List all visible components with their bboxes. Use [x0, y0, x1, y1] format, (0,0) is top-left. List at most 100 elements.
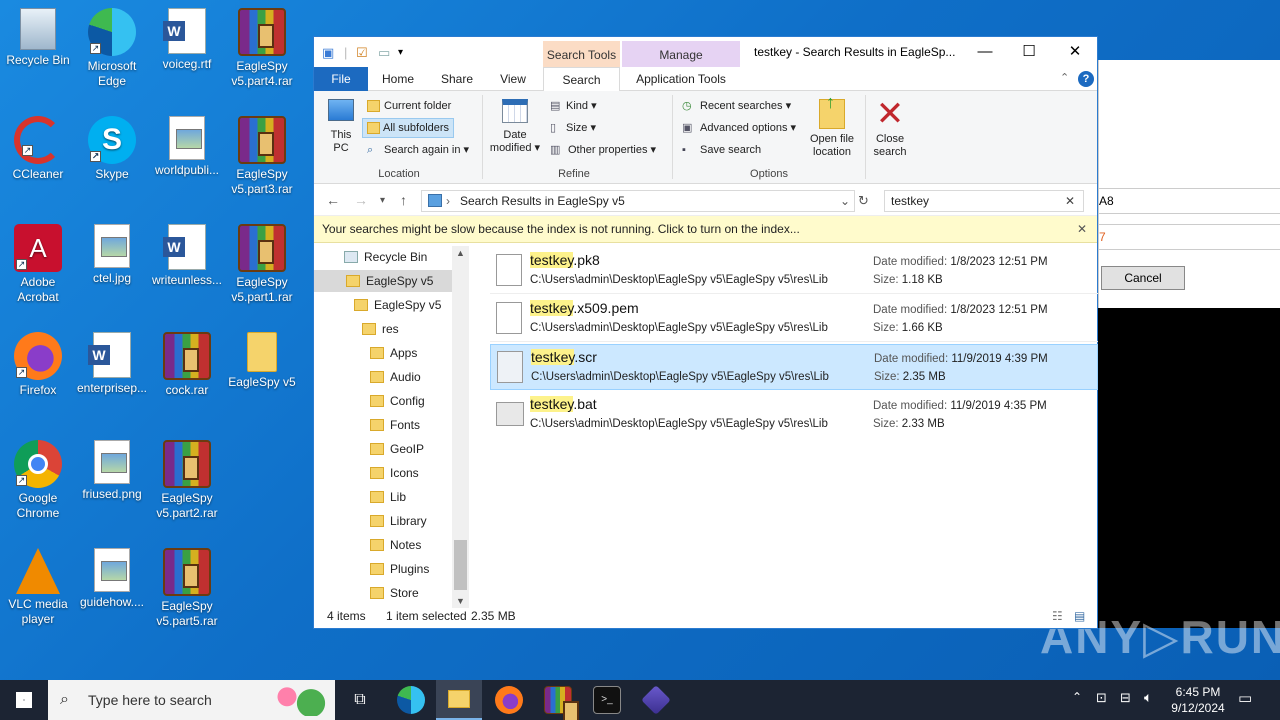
tab-application-tools[interactable]: Application Tools	[622, 67, 740, 91]
desktop-icon-guidehow[interactable]: guidehow....	[74, 548, 150, 610]
other-properties-button[interactable]: ▥ Other properties ▾	[550, 141, 656, 159]
desktop-icon-worldpubli[interactable]: worldpubli...	[149, 116, 225, 178]
recent-searches-button[interactable]: ◷ Recent searches ▾	[680, 97, 791, 115]
tab-share[interactable]: Share	[434, 67, 480, 91]
desktop-icon-skype[interactable]: S ↗ Skype	[74, 116, 150, 182]
up-arrow-icon[interactable]: ↑	[400, 192, 407, 208]
taskbar-terminal-icon[interactable]: >_	[593, 686, 621, 714]
desktop-icon-eaglespy-part4[interactable]: EagleSpy v5.part4.rar	[224, 8, 300, 89]
ethernet-icon[interactable]: ⊟	[1120, 690, 1131, 706]
clear-search-icon[interactable]: ✕	[1065, 191, 1075, 211]
nav-item-eaglespy-v5[interactable]: EagleSpy v5	[314, 270, 452, 292]
recent-locations-chevron-icon[interactable]: ▾	[380, 195, 385, 206]
current-folder-button[interactable]: Current folder	[364, 97, 451, 115]
desktop-icon-vlc[interactable]: VLC media player	[0, 548, 76, 627]
desktop-icon-firefox[interactable]: ↗ Firefox	[0, 332, 76, 398]
start-button[interactable]	[0, 680, 48, 720]
chevron-down-icon[interactable]: ▾	[398, 47, 403, 58]
search-input[interactable]: testkey ✕	[884, 190, 1084, 212]
new-folder-icon[interactable]: ▭	[378, 45, 390, 61]
open-file-location-button[interactable]: ↑ Open file location	[804, 93, 860, 159]
nav-item-fonts[interactable]: Fonts	[370, 414, 420, 436]
search-again-in-button[interactable]: ⌕ Search again in ▾	[364, 141, 469, 159]
save-search-button[interactable]: ▪ Save search	[680, 141, 761, 159]
nav-item-store[interactable]: Store	[370, 582, 419, 604]
nav-item-audio[interactable]: Audio	[370, 366, 421, 388]
address-field[interactable]: › Search Results in EagleSpy v5 ⌄	[421, 190, 855, 212]
desktop-icon-voiceg[interactable]: W voiceg.rtf	[149, 8, 225, 72]
file-row-selected[interactable]: testkey.scr C:\Users\admin\Desktop\Eagle…	[490, 344, 1098, 390]
navigation-pane[interactable]: Recycle Bin EagleSpy v5 EagleSpy v5 res …	[314, 246, 470, 608]
task-view-icon[interactable]: ⧉	[346, 686, 374, 714]
size-button[interactable]: ▯ Size ▾	[550, 119, 596, 137]
nav-item-apps[interactable]: Apps	[370, 342, 417, 364]
scroll-thumb[interactable]	[454, 540, 467, 590]
properties-icon[interactable]: ☑	[356, 45, 368, 61]
tab-view[interactable]: View	[490, 67, 536, 91]
title-bar[interactable]: ▣ | ☑ ▭ ▾ Search Tools Manage testkey - …	[314, 37, 1097, 67]
date-modified-button[interactable]: Date modified ▾	[486, 99, 544, 155]
volume-icon[interactable]: 🔈︎	[1144, 689, 1152, 706]
nav-item-lib[interactable]: Lib	[370, 486, 406, 508]
nav-item-eaglespy-v5-sub[interactable]: EagleSpy v5	[354, 294, 441, 316]
desktop-icon-eaglespy-part2[interactable]: EagleSpy v5.part2.rar	[149, 440, 225, 521]
nav-item-icons[interactable]: Icons	[370, 462, 419, 484]
desktop-icon-enterprisep[interactable]: W enterprisep...	[74, 332, 150, 396]
large-icons-view-icon[interactable]: ▤	[1074, 604, 1085, 628]
this-pc-button[interactable]: This PC	[322, 99, 360, 155]
close-search-button[interactable]: ✕ Close search	[868, 97, 912, 159]
nav-item-plugins[interactable]: Plugins	[370, 558, 429, 580]
clock[interactable]: 6:45 PM 9/12/2024	[1168, 684, 1228, 716]
desktop-icon-writeunless[interactable]: W writeunless...	[149, 224, 225, 288]
notifications-icon[interactable]: ▭	[1238, 689, 1252, 707]
desktop-icon-eaglespy-folder[interactable]: EagleSpy v5	[224, 332, 300, 390]
index-info-bar[interactable]: Your searches might be slow because the …	[314, 216, 1097, 243]
desktop-icon-eaglespy-part5[interactable]: EagleSpy v5.part5.rar	[149, 548, 225, 629]
minimize-button[interactable]: —	[962, 37, 1008, 67]
desktop-icon-recycle-bin[interactable]: Recycle Bin	[0, 8, 76, 68]
advanced-options-button[interactable]: ▣ Advanced options ▾	[680, 119, 796, 137]
network-status-icon[interactable]: ⊡	[1096, 690, 1107, 706]
nav-item-config[interactable]: Config	[370, 390, 425, 412]
desktop-icon-eaglespy-part1[interactable]: EagleSpy v5.part1.rar	[224, 224, 300, 305]
search-results-list[interactable]: testkey.pk8 C:\Users\admin\Desktop\Eagle…	[486, 246, 1098, 608]
nav-item-notes[interactable]: Notes	[370, 534, 421, 556]
cancel-button[interactable]: Cancel	[1101, 266, 1185, 290]
maximize-button[interactable]: ☐	[1006, 37, 1052, 67]
close-button[interactable]: ✕	[1052, 37, 1098, 67]
file-row[interactable]: testkey.pk8 C:\Users\admin\Desktop\Eagle…	[490, 248, 1098, 294]
desktop-icon-google-chrome[interactable]: ↗ Google Chrome	[0, 440, 76, 521]
nav-item-recycle-bin[interactable]: Recycle Bin	[344, 246, 427, 268]
tab-search[interactable]: Search	[543, 67, 620, 92]
desktop-icon-eaglespy-part3[interactable]: EagleSpy v5.part3.rar	[224, 116, 300, 197]
taskbar-winrar-icon[interactable]	[544, 686, 579, 720]
help-icon[interactable]: ?	[1078, 71, 1094, 87]
taskbar-search-box[interactable]: ⌕ Type here to search	[48, 680, 335, 720]
desktop-icon-adobe-acrobat[interactable]: A ↗ Adobe Acrobat	[0, 224, 76, 305]
forward-arrow-icon[interactable]: →	[354, 192, 368, 208]
scroll-up-icon[interactable]: ▲	[456, 248, 465, 258]
chevron-down-icon[interactable]: ⌄	[840, 191, 850, 211]
taskbar-edge-icon[interactable]	[397, 686, 425, 714]
close-info-bar-icon[interactable]: ✕	[1077, 216, 1087, 243]
all-subfolders-button[interactable]: All subfolders	[362, 118, 455, 138]
refresh-icon[interactable]: ↻	[858, 193, 869, 209]
desktop-icon-friused[interactable]: friused.png	[74, 440, 150, 502]
taskbar-firefox-icon[interactable]	[495, 686, 523, 714]
desktop-icon-ccleaner[interactable]: ↗ CCleaner	[0, 116, 76, 182]
nav-item-library[interactable]: Library	[370, 510, 427, 532]
taskbar-app-icon[interactable]	[641, 685, 671, 715]
tab-home[interactable]: Home	[376, 67, 420, 91]
kind-button[interactable]: ▤ Kind ▾	[550, 97, 597, 115]
file-row[interactable]: testkey.bat C:\Users\admin\Desktop\Eagle…	[490, 392, 1098, 438]
nav-pane-scrollbar[interactable]: ▲ ▼	[452, 246, 469, 608]
desktop-icon-ctel[interactable]: ctel.jpg	[74, 224, 150, 286]
desktop-icon-edge[interactable]: ↗ Microsoft Edge	[74, 8, 150, 89]
details-view-icon[interactable]: ☷	[1052, 604, 1063, 628]
tab-file[interactable]: File	[314, 67, 368, 91]
taskbar-explorer-button[interactable]	[436, 680, 482, 720]
file-explorer-window[interactable]: ▣ | ☑ ▭ ▾ Search Tools Manage testkey - …	[313, 36, 1098, 629]
nav-item-geoip[interactable]: GeoIP	[370, 438, 424, 460]
nav-item-res[interactable]: res	[362, 318, 399, 340]
back-arrow-icon[interactable]: ←	[326, 192, 340, 208]
